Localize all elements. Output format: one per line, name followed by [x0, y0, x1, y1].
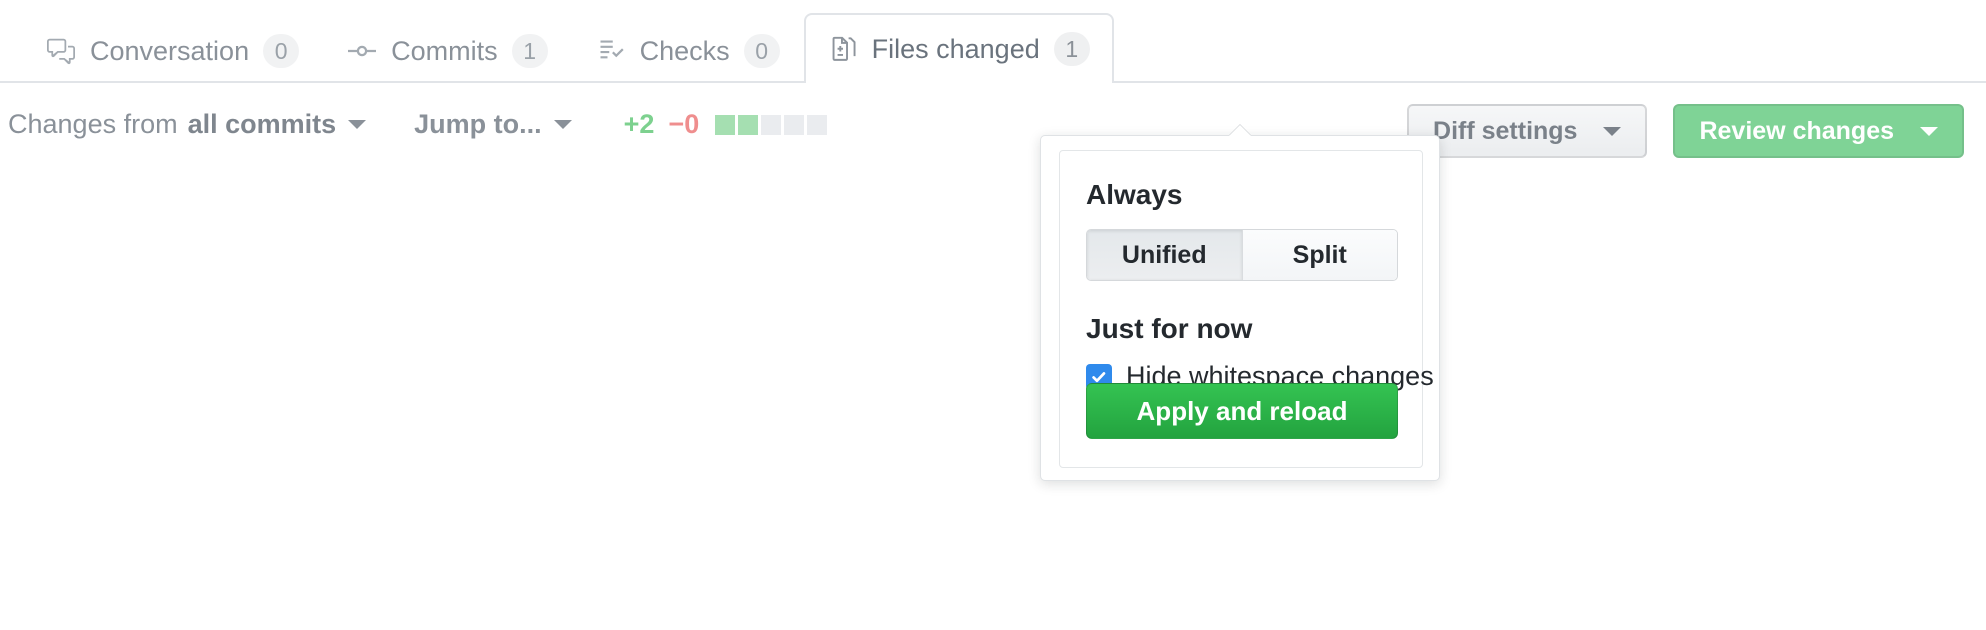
review-changes-label: Review changes [1699, 116, 1894, 145]
tab-commits[interactable]: Commits 1 [323, 17, 572, 83]
pull-request-files-changed-page: Conversation 0 Commits 1 Checks 0 Files … [0, 0, 1986, 630]
apply-and-reload-button[interactable]: Apply and reload [1086, 383, 1398, 439]
tab-conversation[interactable]: Conversation 0 [22, 17, 323, 83]
tab-counter: 0 [263, 34, 300, 68]
tab-label: Conversation [90, 35, 250, 66]
diff-view-mode-split[interactable]: Split [1241, 230, 1397, 280]
tab-files-changed[interactable]: Files changed 1 [803, 13, 1114, 83]
diff-view-mode-unified[interactable]: Unified [1087, 230, 1242, 280]
diff-settings-dropdown: Always Unified Split Just for now Hide w… [1040, 125, 1440, 481]
diffstat-blocks [715, 114, 828, 135]
chevron-down-icon [348, 120, 367, 129]
git-commit-icon [347, 36, 377, 66]
diff-view-mode-group: Unified Split [1086, 229, 1398, 281]
diffstat-block-filled [738, 114, 759, 135]
chevron-down-icon [553, 120, 572, 129]
diff-view-mode-unified-label: Unified [1121, 240, 1207, 269]
diffstat-block-filled [715, 114, 736, 135]
tab-list: Conversation 0 Commits 1 Checks 0 Files … [0, 0, 1114, 83]
changes-from-value: all commits [187, 109, 337, 139]
diffstat-block-empty [807, 114, 828, 135]
diffstat-added: +2 [623, 109, 655, 139]
diff-toolbar: Changes from all commits Jump to... +2 −… [0, 83, 1986, 175]
diff-view-mode-split-label: Split [1292, 240, 1347, 269]
tab-counter: 1 [1053, 32, 1090, 66]
diffstat-block-empty [761, 114, 782, 135]
chevron-down-icon [1603, 126, 1622, 136]
review-changes-button[interactable]: Review changes [1673, 104, 1964, 158]
diffstat: +2 −0 [624, 109, 828, 140]
file-diff-icon [828, 34, 858, 64]
tab-counter: 1 [511, 34, 548, 68]
diff-toolbar-right: Diff settings Review changes [1407, 104, 1964, 158]
diffstat-block-empty [784, 114, 805, 135]
tab-label: Files changed [871, 33, 1040, 64]
dropdown-caret-icon [1229, 125, 1251, 136]
changes-from-selector[interactable]: Changes from all commits [8, 109, 367, 140]
always-section-title: Always [1086, 179, 1183, 210]
diff-toolbar-left: Changes from all commits Jump to... +2 −… [8, 109, 828, 140]
jump-to-dropdown[interactable]: Jump to... [414, 109, 572, 140]
tab-counter: 0 [743, 34, 780, 68]
chevron-down-icon [1920, 126, 1938, 136]
comment-discussion-icon [46, 36, 76, 66]
diffstat-deleted: −0 [668, 109, 700, 139]
pr-tab-navigation: Conversation 0 Commits 1 Checks 0 Files … [0, 0, 1986, 83]
diff-settings-label: Diff settings [1433, 116, 1578, 145]
tab-label: Checks [639, 35, 730, 66]
tab-label: Commits [391, 35, 498, 66]
apply-and-reload-label: Apply and reload [1136, 395, 1348, 426]
diff-settings-button[interactable]: Diff settings [1407, 104, 1648, 158]
tab-checks[interactable]: Checks 0 [572, 17, 804, 83]
changes-from-prefix: Changes from [8, 109, 178, 139]
jump-to-label: Jump to... [414, 109, 542, 139]
diff-settings-panel: Always Unified Split Just for now Hide w… [1059, 150, 1434, 468]
checklist-icon [596, 36, 626, 66]
just-for-now-section-title: Just for now [1086, 313, 1253, 344]
